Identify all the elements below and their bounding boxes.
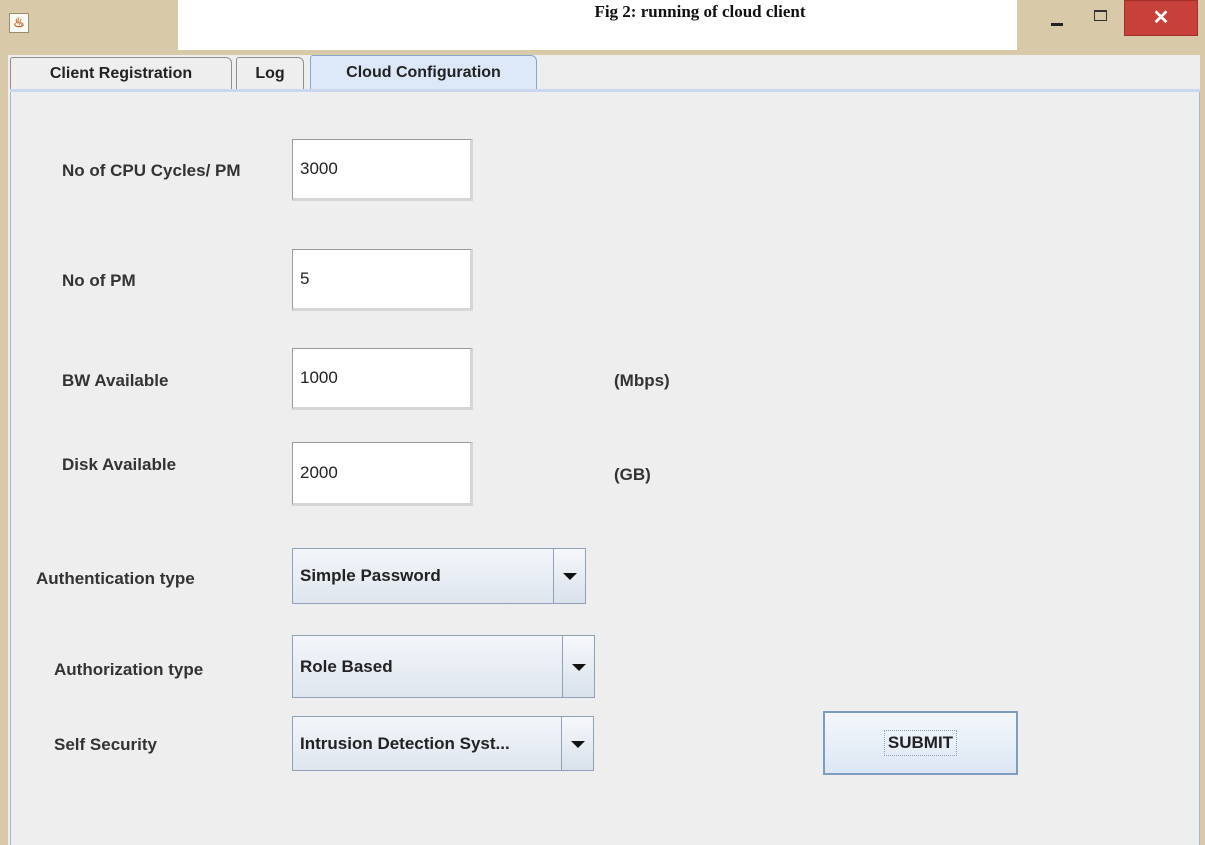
- title-bar-left: ♨: [0, 0, 178, 50]
- disk-unit: (GB): [614, 465, 651, 484]
- figure-caption: Fig 2: running of cloud client: [594, 2, 806, 21]
- submit-button-label: SUBMIT: [883, 730, 958, 756]
- chevron-down-icon[interactable]: [562, 636, 594, 697]
- num-pm-field[interactable]: 5: [292, 249, 473, 311]
- self-security-label: Self Security: [54, 735, 157, 754]
- disk-field[interactable]: 2000: [292, 442, 473, 506]
- bw-field[interactable]: 1000: [292, 348, 473, 410]
- submit-button[interactable]: SUBMIT: [823, 711, 1018, 775]
- authorization-value: Role Based: [300, 656, 393, 676]
- chevron-down-icon[interactable]: [561, 717, 593, 770]
- tab-cloud-configuration[interactable]: Cloud Configuration: [310, 55, 537, 91]
- self-security-value: Intrusion Detection Syst...: [300, 733, 510, 753]
- self-security-select[interactable]: Intrusion Detection Syst...: [292, 716, 594, 771]
- minimize-button[interactable]: [1037, 0, 1077, 36]
- maximize-button[interactable]: [1082, 0, 1122, 36]
- java-app-icon[interactable]: ♨: [9, 13, 29, 33]
- authorization-label: Authorization type: [54, 660, 204, 679]
- authentication-label: Authentication type: [36, 569, 195, 588]
- disk-label: Disk Available: [62, 455, 177, 474]
- cpu-cycles-field[interactable]: 3000: [292, 139, 473, 201]
- tab-client-registration[interactable]: Client Registration: [10, 57, 232, 90]
- tab-panel-border: [10, 89, 1200, 92]
- tab-panel: [10, 90, 1200, 845]
- bw-label: BW Available: [62, 371, 169, 390]
- close-button[interactable]: ✕: [1124, 0, 1198, 36]
- authorization-select[interactable]: Role Based: [292, 635, 595, 698]
- authentication-select[interactable]: Simple Password: [292, 548, 586, 604]
- num-pm-label: No of PM: [62, 271, 136, 290]
- chevron-down-icon[interactable]: [553, 549, 585, 603]
- authentication-value: Simple Password: [300, 566, 441, 585]
- bw-unit: (Mbps): [614, 371, 670, 390]
- cpu-cycles-label: No of CPU Cycles/ PM: [62, 161, 241, 180]
- tab-log[interactable]: Log: [236, 57, 304, 90]
